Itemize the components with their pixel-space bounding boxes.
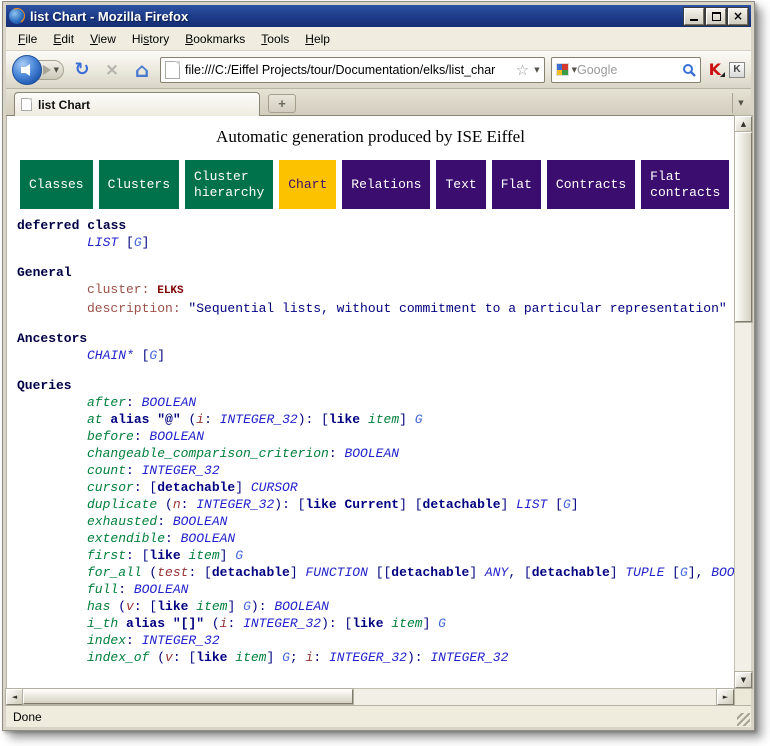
eiffel-nav-relations[interactable]: Relations: [342, 160, 430, 209]
browser-window: list Chart - Mozilla Firefox × FileEditV…: [2, 1, 755, 731]
firefox-icon: [9, 8, 25, 24]
vertical-scroll-thumb[interactable]: [735, 132, 752, 322]
back-button[interactable]: [12, 55, 42, 85]
kaspersky-icon[interactable]: K: [707, 60, 723, 79]
url-dropdown-icon[interactable]: ▼: [534, 66, 539, 74]
section-title: Queries: [17, 377, 734, 394]
menu-view[interactable]: View: [82, 28, 124, 50]
stop-button[interactable]: ×: [100, 60, 124, 80]
section-title: Ancestors: [17, 330, 734, 347]
eiffel-nav-contracts[interactable]: Contracts: [547, 160, 635, 209]
menu-bookmarks[interactable]: Bookmarks: [177, 28, 253, 50]
code-line: at alias "@" (i: INTEGER_32): [like item…: [87, 411, 734, 428]
tab-bar: list Chart + ▼: [6, 89, 751, 116]
maximize-button[interactable]: [706, 8, 726, 25]
tab-title: list Chart: [38, 98, 90, 112]
content-area: Automatic generation produced by ISE Eif…: [6, 116, 751, 705]
eiffel-nav-bar: ClassesClustersCluster hierarchyChartRel…: [20, 160, 734, 209]
code-line: index: INTEGER_32: [87, 632, 734, 649]
close-button[interactable]: ×: [728, 8, 748, 25]
code-line: before: BOOLEAN: [87, 428, 734, 445]
code-line: description: "Sequential lists, without …: [87, 300, 734, 317]
code-line: CHAIN* [G]: [87, 347, 734, 364]
code-line: cursor: [detachable] CURSOR: [87, 479, 734, 496]
navigation-toolbar: ▼ ↻ × ⌂ ☆ ▼ ▼ K K: [6, 51, 751, 89]
k-addon-button[interactable]: K: [729, 62, 745, 78]
site-page-icon: [165, 61, 180, 79]
eiffel-nav-classes[interactable]: Classes: [20, 160, 93, 209]
code-line: LIST [G]: [87, 234, 734, 251]
code-line: first: [like item] G: [87, 547, 734, 564]
maximize-icon: [712, 12, 721, 21]
eiffel-nav-flat-contracts[interactable]: Flat contracts: [641, 160, 729, 209]
home-button[interactable]: ⌂: [130, 58, 154, 82]
horizontal-scroll-thumb[interactable]: [23, 689, 353, 704]
resize-grip[interactable]: [737, 713, 750, 726]
menu-help[interactable]: Help: [297, 28, 338, 50]
google-logo-icon: [556, 63, 569, 76]
menu-history[interactable]: History: [124, 28, 177, 50]
forward-arrow-icon: [43, 65, 51, 75]
section-title: deferred class: [17, 217, 734, 234]
history-dropdown-icon[interactable]: ▼: [54, 66, 59, 74]
code-line: index_of (v: [like item] G; i: INTEGER_3…: [87, 649, 734, 666]
section: Queriesafter: BOOLEANat alias "@" (i: IN…: [17, 377, 734, 666]
code-line: exhausted: BOOLEAN: [87, 513, 734, 530]
page-viewport: Automatic generation produced by ISE Eif…: [6, 116, 734, 688]
code-line: count: INTEGER_32: [87, 462, 734, 479]
status-text: Done: [13, 710, 42, 724]
eiffel-sections: deferred classLIST [G] Generalcluster: EL…: [7, 217, 734, 666]
minimize-icon: [690, 19, 698, 21]
tab-page-icon: [21, 98, 32, 111]
code-line: i_th alias "[]" (i: INTEGER_32): [like i…: [87, 615, 734, 632]
section: deferred classLIST [G]: [17, 217, 734, 251]
section: AncestorsCHAIN* [G]: [17, 330, 734, 364]
scroll-left-icon[interactable]: ◄: [6, 689, 23, 705]
window-title: list Chart - Mozilla Firefox: [30, 9, 684, 24]
code-line: changeable_comparison_criterion: BOOLEAN: [87, 445, 734, 462]
horizontal-scrollbar[interactable]: ◄ ►: [6, 688, 734, 705]
minimize-button[interactable]: [684, 8, 704, 25]
eiffel-nav-cluster-hierarchy[interactable]: Cluster hierarchy: [185, 160, 273, 209]
address-bar: ☆ ▼: [160, 57, 545, 83]
search-bar: ▼: [551, 57, 701, 83]
scroll-up-icon[interactable]: ▲: [735, 116, 752, 132]
title-bar: list Chart - Mozilla Firefox ×: [6, 5, 751, 27]
code-line: duplicate (n: INTEGER_32): [like Current…: [87, 496, 734, 513]
eiffel-nav-flat[interactable]: Flat: [492, 160, 541, 209]
code-line: extendible: BOOLEAN: [87, 530, 734, 547]
bookmark-star-icon[interactable]: ☆: [516, 61, 529, 79]
status-bar: Done: [6, 705, 751, 727]
scrollbar-corner: [734, 688, 751, 705]
eiffel-nav-clusters[interactable]: Clusters: [99, 160, 179, 209]
code-line: has (v: [like item] G): BOOLEAN: [87, 598, 734, 615]
section-title: General: [17, 264, 734, 281]
tab-list-chart[interactable]: list Chart: [14, 92, 260, 116]
eiffel-nav-text[interactable]: Text: [436, 160, 485, 209]
vertical-scrollbar[interactable]: ▲ ▼: [734, 116, 751, 688]
close-icon: ×: [733, 11, 743, 21]
reload-button[interactable]: ↻: [70, 59, 94, 80]
search-magnifier-icon[interactable]: [682, 63, 696, 77]
list-all-tabs-button[interactable]: ▼: [732, 93, 749, 113]
scroll-down-icon[interactable]: ▼: [735, 672, 752, 688]
page-title: Automatic generation produced by ISE Eif…: [7, 127, 734, 147]
eiffel-nav-chart[interactable]: Chart: [279, 160, 336, 209]
url-input[interactable]: [185, 63, 514, 77]
code-line: after: BOOLEAN: [87, 394, 734, 411]
menu-edit[interactable]: Edit: [45, 28, 82, 50]
menu-tools[interactable]: Tools: [253, 28, 297, 50]
code-line: full: BOOLEAN: [87, 581, 734, 598]
code-line: cluster: ELKS: [87, 281, 734, 300]
new-tab-button[interactable]: +: [268, 94, 296, 113]
back-arrow-icon: [21, 64, 30, 76]
menu-file[interactable]: File: [10, 28, 45, 50]
code-line: for_all (test: [detachable] FUNCTION [[d…: [87, 564, 734, 581]
section: Generalcluster: ELKSdescription: "Sequen…: [17, 264, 734, 317]
menu-bar: FileEditViewHistoryBookmarksToolsHelp: [6, 27, 751, 51]
scroll-right-icon[interactable]: ►: [717, 689, 734, 705]
search-input[interactable]: [577, 63, 682, 77]
